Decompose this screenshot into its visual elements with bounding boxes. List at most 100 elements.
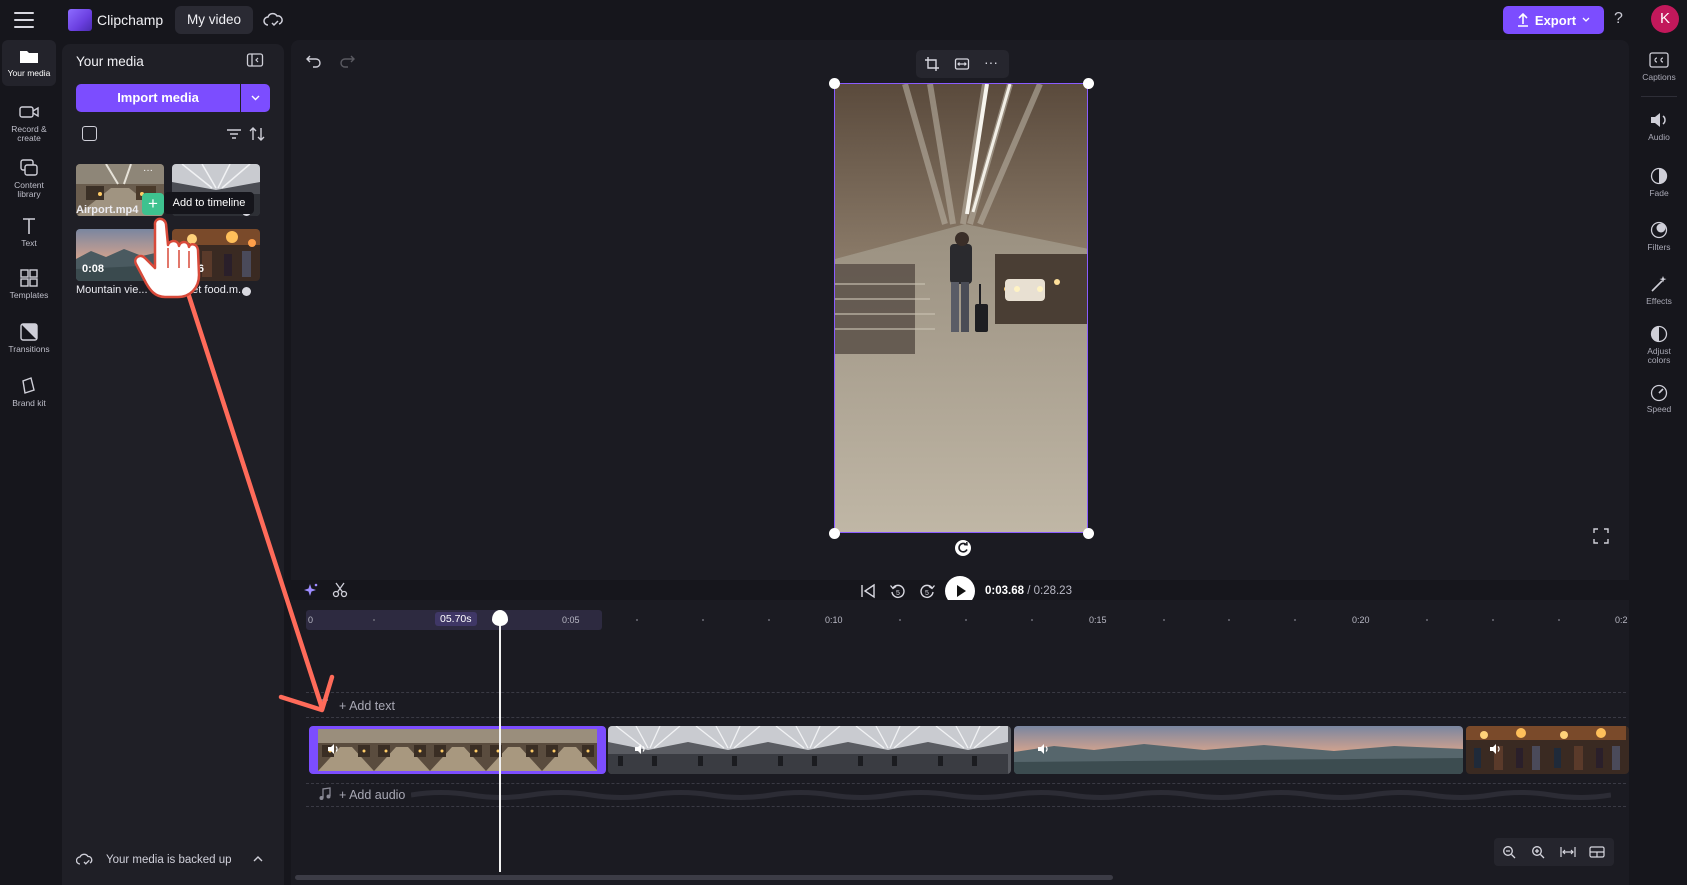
zoom-out-icon[interactable] xyxy=(1502,845,1516,859)
add-text-button[interactable]: + Add text xyxy=(339,699,395,713)
ruler-tick-label: 0:15 xyxy=(1089,615,1107,625)
nav-label: Brand kit xyxy=(12,398,46,408)
media-name: Mountain vie... xyxy=(76,284,148,296)
skip-to-start-icon[interactable] xyxy=(860,583,876,599)
crop-icon[interactable] xyxy=(924,56,940,72)
nav-label: Effects xyxy=(1646,296,1672,306)
audio-waveform xyxy=(411,788,1611,802)
export-button[interactable]: Export xyxy=(1503,6,1604,34)
nav-speed[interactable]: Speed xyxy=(1631,382,1687,414)
nav-effects[interactable]: Effects xyxy=(1631,274,1687,306)
ruler-tick-label: 0:05 xyxy=(562,615,580,625)
nav-label: Transitions xyxy=(8,344,50,354)
backup-status: Your media is backed up xyxy=(106,854,232,866)
add-audio-button[interactable]: + Add audio xyxy=(339,788,405,802)
nav-captions[interactable]: Captions xyxy=(1631,50,1687,82)
templates-icon xyxy=(18,268,40,288)
collapse-panel-icon[interactable] xyxy=(246,52,264,68)
chevron-up-icon[interactable] xyxy=(252,854,264,864)
ruler-dot xyxy=(1163,619,1165,621)
cloud-sync-icon[interactable] xyxy=(262,10,284,30)
rotate-handle-icon[interactable] xyxy=(955,540,971,556)
nav-adjust-colors[interactable]: Adjust colors xyxy=(1631,324,1687,365)
import-media-button[interactable]: Import media xyxy=(76,84,240,112)
resize-handle[interactable] xyxy=(829,528,840,539)
avatar[interactable]: K xyxy=(1651,5,1679,33)
nav-filters[interactable]: Filters xyxy=(1631,220,1687,252)
more-options-icon[interactable]: ··· xyxy=(138,166,158,179)
project-name-field[interactable]: My video xyxy=(175,6,254,34)
fade-icon xyxy=(1648,166,1670,186)
resize-handle[interactable] xyxy=(1083,78,1094,89)
filter-icon[interactable] xyxy=(225,126,243,142)
preview-toolbar: ··· xyxy=(916,50,1009,78)
resize-handle[interactable] xyxy=(829,78,840,89)
skip-back-seconds: 5 xyxy=(896,590,900,597)
video-preview[interactable] xyxy=(834,83,1088,533)
zoom-in-icon[interactable] xyxy=(1531,845,1545,859)
skip-forward-seconds: 5 xyxy=(925,590,929,597)
import-dropdown-button[interactable] xyxy=(241,84,270,112)
right-nav: Captions Audio Fade Filters Effects Adju… xyxy=(1631,40,1687,885)
ruler-dot xyxy=(1031,619,1033,621)
timeline-layout-icon[interactable] xyxy=(1589,845,1605,859)
nav-transitions[interactable]: Transitions xyxy=(2,316,56,360)
fullscreen-icon[interactable] xyxy=(1593,528,1609,544)
media-panel: Your media Import media ··· Airport.mp4 xyxy=(62,44,284,885)
nav-brand-kit[interactable]: Brand kit xyxy=(2,370,56,414)
volume-icon[interactable] xyxy=(1488,742,1502,756)
ruler-dot xyxy=(1294,619,1296,621)
fit-timeline-icon[interactable] xyxy=(1560,845,1576,859)
ruler-dot xyxy=(1558,619,1560,621)
ruler-dot xyxy=(1492,619,1494,621)
resize-handle[interactable] xyxy=(1083,528,1094,539)
nav-fade[interactable]: Fade xyxy=(1631,166,1687,198)
nav-audio[interactable]: Audio xyxy=(1631,110,1687,142)
ruler-tick-label: 0:10 xyxy=(825,615,843,625)
nav-text[interactable]: Text xyxy=(2,210,56,254)
camera-icon xyxy=(18,102,40,122)
nav-templates[interactable]: Templates xyxy=(2,262,56,306)
cloud-backup-icon xyxy=(76,852,96,870)
timeline-clip-street-food[interactable] xyxy=(1466,726,1629,774)
playhead-handle[interactable] xyxy=(492,610,508,626)
ruler-tick-label: 0 xyxy=(308,615,314,625)
ruler-dot xyxy=(1426,619,1428,621)
timeline-clip-train-station[interactable] xyxy=(608,726,1011,774)
add-to-timeline-button[interactable]: + xyxy=(142,193,164,215)
ruler-dot xyxy=(636,619,638,621)
sort-icon[interactable] xyxy=(248,125,266,143)
current-time: 0:03.68 xyxy=(985,585,1025,597)
text-track[interactable] xyxy=(306,692,1626,718)
ruler-dot xyxy=(899,619,901,621)
more-icon[interactable]: ··· xyxy=(982,54,1000,70)
app-name: Clipchamp xyxy=(97,12,164,28)
nav-record-create[interactable]: Record & create xyxy=(2,96,56,146)
timeline-clip-mountain[interactable] xyxy=(1014,726,1463,774)
nav-label: Your media xyxy=(7,68,51,78)
redo-icon[interactable] xyxy=(338,52,356,68)
volume-icon[interactable] xyxy=(326,742,340,756)
nav-content-library[interactable]: Content library xyxy=(2,152,56,202)
volume-icon[interactable] xyxy=(1036,742,1050,756)
magic-sparkle-icon[interactable] xyxy=(303,582,319,598)
timeline-clip-airport[interactable] xyxy=(309,726,606,774)
nav-your-media[interactable]: Your media xyxy=(2,40,56,86)
timeline-scrollbar[interactable] xyxy=(295,875,1113,880)
ruler-dot xyxy=(373,619,375,621)
undo-icon[interactable] xyxy=(305,52,323,68)
fit-icon[interactable] xyxy=(954,56,970,72)
split-scissors-icon[interactable] xyxy=(332,582,348,598)
nav-label: create xyxy=(17,133,41,143)
speaker-icon xyxy=(1648,110,1670,130)
playhead[interactable] xyxy=(499,612,501,872)
nav-label: library xyxy=(17,189,41,199)
menu-icon[interactable] xyxy=(14,12,34,28)
zoom-controls xyxy=(1494,838,1614,866)
volume-icon[interactable] xyxy=(633,742,647,756)
chevron-down-icon xyxy=(251,95,260,101)
top-bar: Clipchamp My video Export ? K xyxy=(0,0,1687,40)
preview-area: ··· xyxy=(291,40,1629,580)
select-all-checkbox[interactable] xyxy=(82,126,97,141)
help-button[interactable]: ? xyxy=(1614,10,1623,28)
